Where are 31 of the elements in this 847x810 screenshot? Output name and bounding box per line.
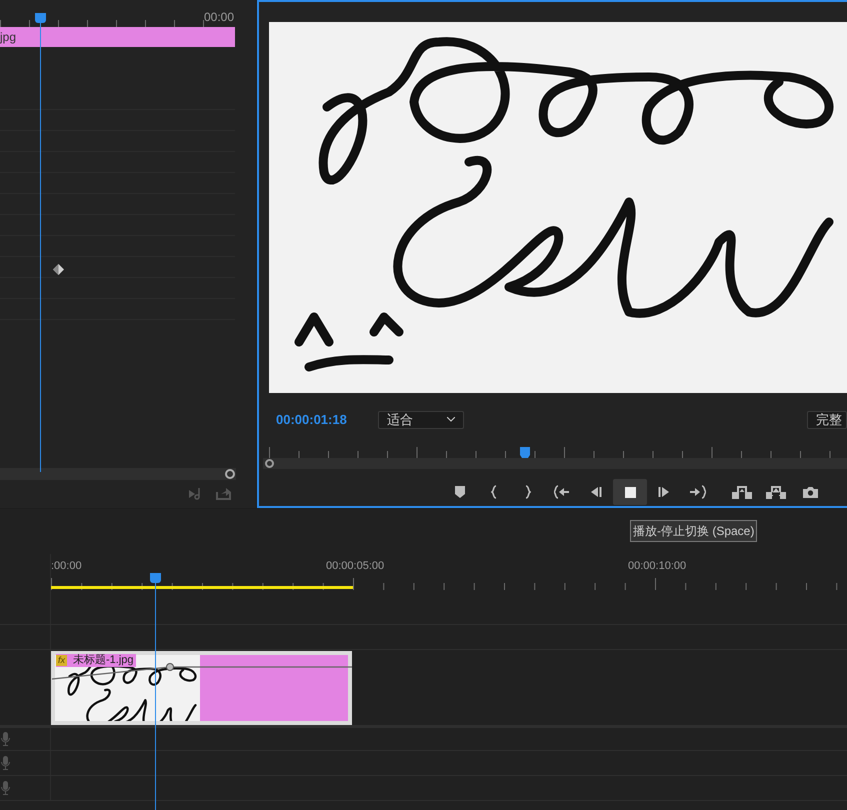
ruler-label: 00:00:10:00 [628,558,686,574]
marker-icon [455,486,465,498]
chevron-down-icon [447,417,455,422]
video-clip[interactable]: fx 未标题-1.jpg [51,650,352,724]
mark-out-icon [525,485,531,500]
stop-icon [624,486,636,498]
step-back-icon [590,486,602,498]
ruler-label: :00:00 [51,558,83,574]
lift-icon [732,486,752,499]
tooltip: 播放-停止切换 (Space) [630,520,758,542]
mark-in-icon [491,485,497,500]
keyframe-icon[interactable] [53,264,64,275]
zoom-handle[interactable] [225,469,235,479]
clip-name: 未标题-1.jpg [73,654,134,666]
go-to-out-icon [690,485,706,500]
ruler-time: 00:00 [204,9,234,26]
go-to-in-icon [554,485,570,500]
clip-name: jpg [0,29,16,46]
camera-icon [802,486,818,498]
extract-icon [766,486,786,499]
fx-badge: fx [56,654,68,666]
scrub-handle[interactable] [265,458,274,468]
stop-button[interactable] [613,479,647,506]
ruler-label: 00:00:05:00 [326,558,386,574]
playhead-line[interactable] [35,13,46,472]
timeline-playhead[interactable] [150,573,161,810]
timecode[interactable]: 00:00:01:18 [276,410,378,430]
zoom-select[interactable]: 适合 [378,410,464,429]
step-forward-icon [658,486,670,498]
quality-select[interactable]: 完整 [807,410,847,429]
playhead-marker-icon[interactable] [520,446,531,459]
